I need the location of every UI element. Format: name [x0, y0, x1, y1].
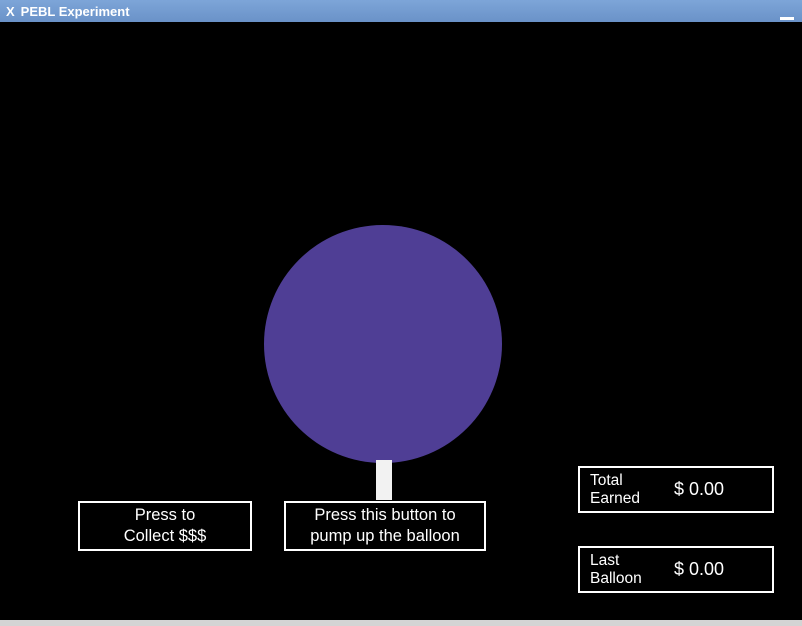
close-icon[interactable]: X: [6, 4, 15, 19]
total-earned-box: TotalEarned $ 0.00: [578, 466, 774, 513]
minimize-icon[interactable]: [780, 17, 794, 20]
last-balloon-value: $ 0.00: [674, 559, 724, 580]
collect-button-label: Press toCollect $$$: [124, 505, 207, 548]
window-titlebar: X PEBL Experiment: [0, 0, 802, 22]
pump-button[interactable]: Press this button topump up the balloon: [284, 501, 486, 551]
window-title: PEBL Experiment: [21, 4, 796, 19]
pump-button-label: Press this button topump up the balloon: [310, 505, 460, 548]
last-balloon-box: LastBalloon $ 0.00: [578, 546, 774, 593]
balloon: [264, 225, 502, 463]
total-earned-label: TotalEarned: [590, 472, 666, 508]
window-bottom-border: [0, 620, 802, 626]
collect-button[interactable]: Press toCollect $$$: [78, 501, 252, 551]
total-earned-value: $ 0.00: [674, 479, 724, 500]
balloon-stem: [376, 460, 392, 500]
last-balloon-label: LastBalloon: [590, 552, 666, 588]
experiment-canvas: Press toCollect $$$ Press this button to…: [0, 22, 802, 620]
